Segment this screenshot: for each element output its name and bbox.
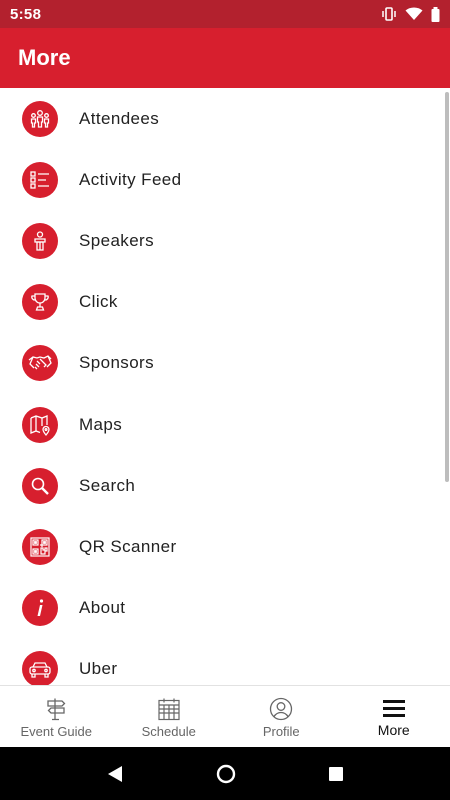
recents-icon[interactable] [328,766,344,782]
scrollbar[interactable] [445,92,449,482]
menu-item-label: Search [79,475,136,495]
menu-item-label: QR Scanner [79,536,177,556]
nav-more[interactable]: More [338,686,450,747]
nav-label: Profile [262,723,300,739]
nav-schedule[interactable]: Schedule [113,686,226,747]
bottom-nav: Event Guide Schedule Profile More [0,685,450,747]
map-icon [22,406,58,443]
speaker-icon [22,222,58,259]
more-menu-list[interactable]: Attendees Activity Feed Speakers Click S… [0,88,450,685]
signpost-icon [44,697,68,721]
menu-item-activity-feed[interactable]: Activity Feed [0,149,450,210]
menu-item-label: Speakers [79,230,155,250]
car-icon [22,651,58,685]
menu-item-label: Sponsors [79,353,155,373]
trophy-icon [22,284,58,321]
nav-event-guide[interactable]: Event Guide [0,686,113,747]
calendar-icon [157,697,181,721]
status-icons [381,6,440,22]
system-nav-bar [0,747,450,800]
qr-code-icon [22,528,58,565]
search-icon [22,467,58,504]
home-icon[interactable] [216,764,236,784]
menu-item-label: Uber [79,659,118,679]
menu-item-label: Click [79,292,118,312]
menu-item-click[interactable]: Click [0,272,450,333]
page-title: More [18,45,71,70]
menu-item-attendees[interactable]: Attendees [0,88,450,149]
menu-item-qr-scanner[interactable]: QR Scanner [0,516,450,577]
app-bar: More [0,28,450,88]
battery-icon [431,6,440,22]
nav-profile[interactable]: Profile [225,686,338,747]
handshake-icon [22,345,58,382]
profile-icon [269,697,293,721]
status-bar: 5:58 [0,0,450,28]
hamburger-menu-icon [382,697,406,719]
nav-label: More [377,722,410,738]
menu-item-label: Maps [79,414,123,434]
wifi-icon [405,7,423,21]
menu-item-search[interactable]: Search [0,455,450,516]
menu-item-sponsors[interactable]: Sponsors [0,333,450,394]
nav-label: Event Guide [20,723,93,739]
menu-item-label: About [79,598,126,618]
menu-item-speakers[interactable]: Speakers [0,210,450,271]
menu-item-about[interactable]: About [0,578,450,639]
activity-feed-icon [22,161,58,198]
status-time: 5:58 [10,5,42,23]
nav-label: Schedule [141,723,196,739]
back-icon[interactable] [106,765,124,783]
menu-item-label: Activity Feed [79,169,182,189]
vibrate-icon [381,7,397,21]
info-icon [22,590,58,627]
menu-item-maps[interactable]: Maps [0,394,450,455]
menu-item-uber[interactable]: Uber [0,639,450,685]
attendees-icon [22,100,58,137]
menu-item-label: Attendees [79,108,160,128]
